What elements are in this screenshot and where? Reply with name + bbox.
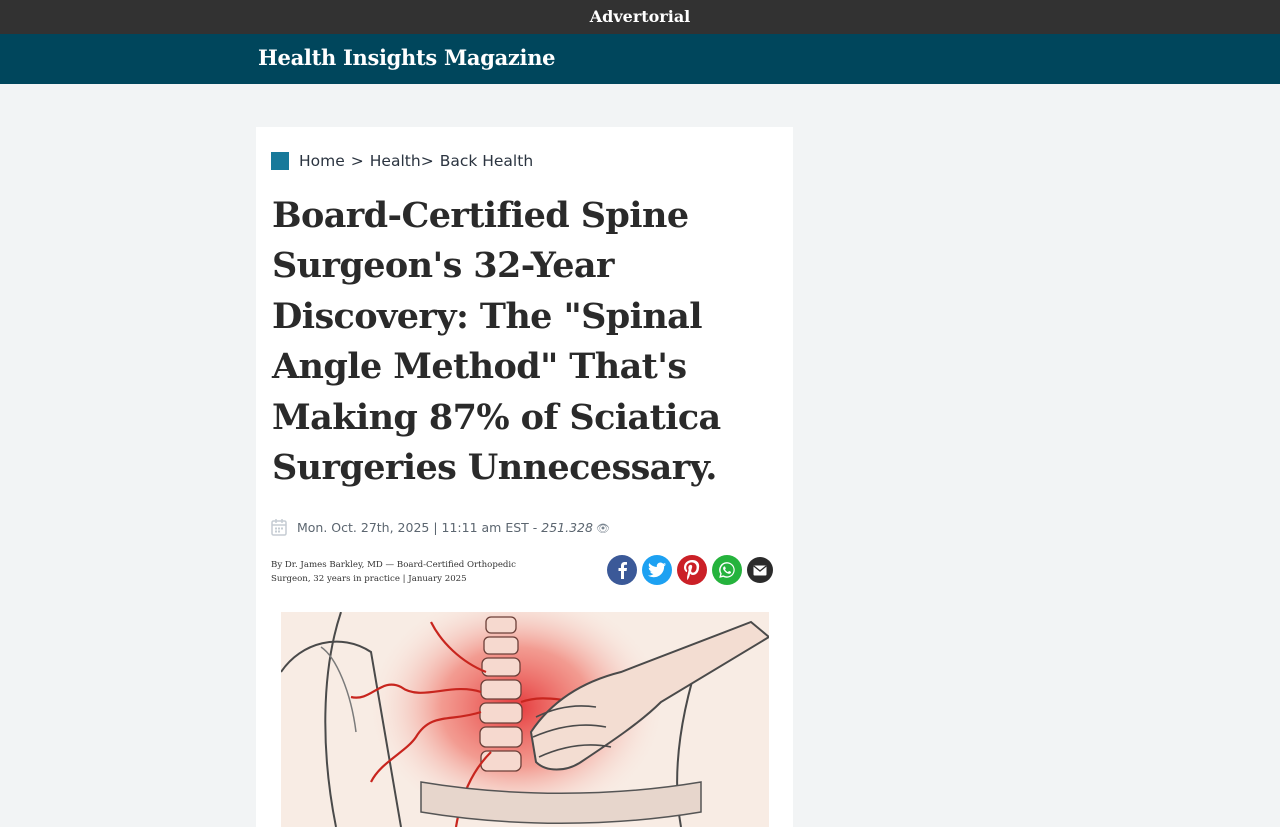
article-date: Mon. Oct. 27th, 2025 | 11:11 am EST - [297, 519, 538, 535]
site-header: Health Insights Magazine [0, 34, 1280, 84]
advertorial-label: Advertorial [589, 7, 691, 26]
breadcrumb-home-link[interactable]: Home [299, 152, 345, 170]
breadcrumb-health-link[interactable]: Health [370, 152, 421, 170]
article-meta: Mon. Oct. 27th, 2025 | 11:11 am EST - 25… [271, 517, 610, 537]
whatsapp-share-button[interactable] [712, 555, 742, 585]
facebook-icon [618, 562, 627, 579]
twitter-icon [648, 562, 666, 578]
view-count: 251.328 👁 [541, 520, 610, 535]
pinterest-icon [684, 560, 700, 580]
whatsapp-icon [719, 562, 735, 578]
breadcrumb-marker-icon [271, 152, 289, 170]
site-logo-link[interactable]: Health Insights Magazine [258, 45, 556, 70]
view-count-value: 251.328 [541, 519, 593, 535]
breadcrumb: Home > Health > Back Health [271, 151, 533, 171]
calendar-icon [271, 518, 287, 536]
share-buttons [607, 555, 778, 585]
article-headline: Board-Certified Spine Surgeon's 32-Year … [272, 195, 721, 489]
twitter-share-button[interactable] [642, 555, 672, 585]
email-share-button[interactable] [747, 557, 773, 583]
facebook-share-button[interactable] [607, 555, 637, 585]
pinterest-share-button[interactable] [677, 555, 707, 585]
email-icon [753, 564, 767, 575]
hero-illustration [281, 612, 769, 827]
eye-icon: 👁 [595, 521, 610, 535]
advertorial-bar: Advertorial [0, 0, 1280, 34]
breadcrumb-separator: > [420, 152, 434, 170]
breadcrumb-back-health-link[interactable]: Back Health [440, 152, 533, 170]
article-byline: By Dr. James Barkley, MD — Board-Certifi… [271, 560, 516, 584]
article-card: Home > Health > Back Health Board-Certif… [256, 127, 793, 827]
breadcrumb-separator: > [350, 152, 364, 170]
